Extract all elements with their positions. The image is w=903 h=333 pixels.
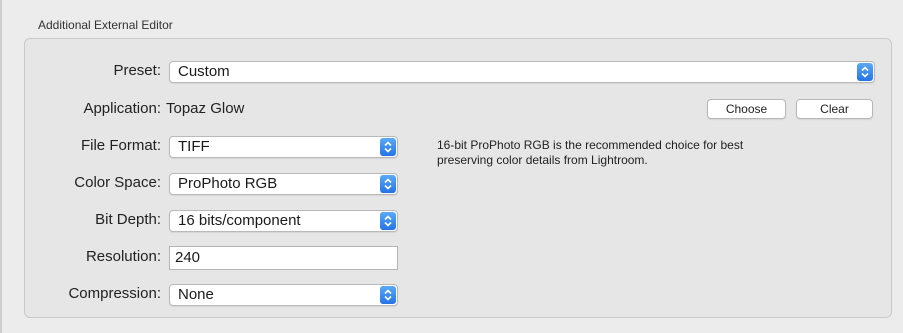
additional-external-editor-group: Additional External Editor Preset: Custo… [24,12,896,322]
info-text: 16-bit ProPhoto RGB is the recommended c… [437,138,857,168]
color-space-value: ProPhoto RGB [178,175,278,192]
color-space-label: Color Space: [74,174,161,191]
preset-label: Preset: [113,62,161,79]
file-format-popup[interactable]: TIFF [169,136,398,158]
window-left-edge [0,0,2,333]
bit-depth-value: 16 bits/component [178,212,301,229]
group-title: Additional External Editor [38,18,173,32]
chevron-up-down-icon [380,175,396,193]
color-space-popup[interactable]: ProPhoto RGB [169,173,398,195]
compression-value: None [178,286,214,303]
choose-button[interactable]: Choose [707,99,786,119]
application-label: Application: [83,100,161,117]
clear-button[interactable]: Clear [796,99,873,119]
application-value: Topaz Glow [166,100,245,117]
preset-value: Custom [178,63,230,80]
info-text-line-2: preserving color details from Lightroom. [437,153,648,167]
resolution-field[interactable]: 240 [169,246,398,270]
compression-popup[interactable]: None [169,284,398,306]
compression-label: Compression: [68,285,161,302]
file-format-label: File Format: [80,137,161,154]
chevron-up-down-icon [380,212,396,230]
bit-depth-label: Bit Depth: [95,211,161,228]
chevron-up-down-icon [857,63,873,81]
preset-popup[interactable]: Custom [169,61,875,83]
info-text-line-1: 16-bit ProPhoto RGB is the recommended c… [437,138,744,152]
bit-depth-popup[interactable]: 16 bits/component [169,210,398,232]
chevron-up-down-icon [380,286,396,304]
chevron-up-down-icon [380,138,396,156]
resolution-label: Resolution: [85,248,161,265]
group-box: Preset: Custom Application: Topaz Glow C… [24,38,892,318]
file-format-value: TIFF [178,138,210,155]
